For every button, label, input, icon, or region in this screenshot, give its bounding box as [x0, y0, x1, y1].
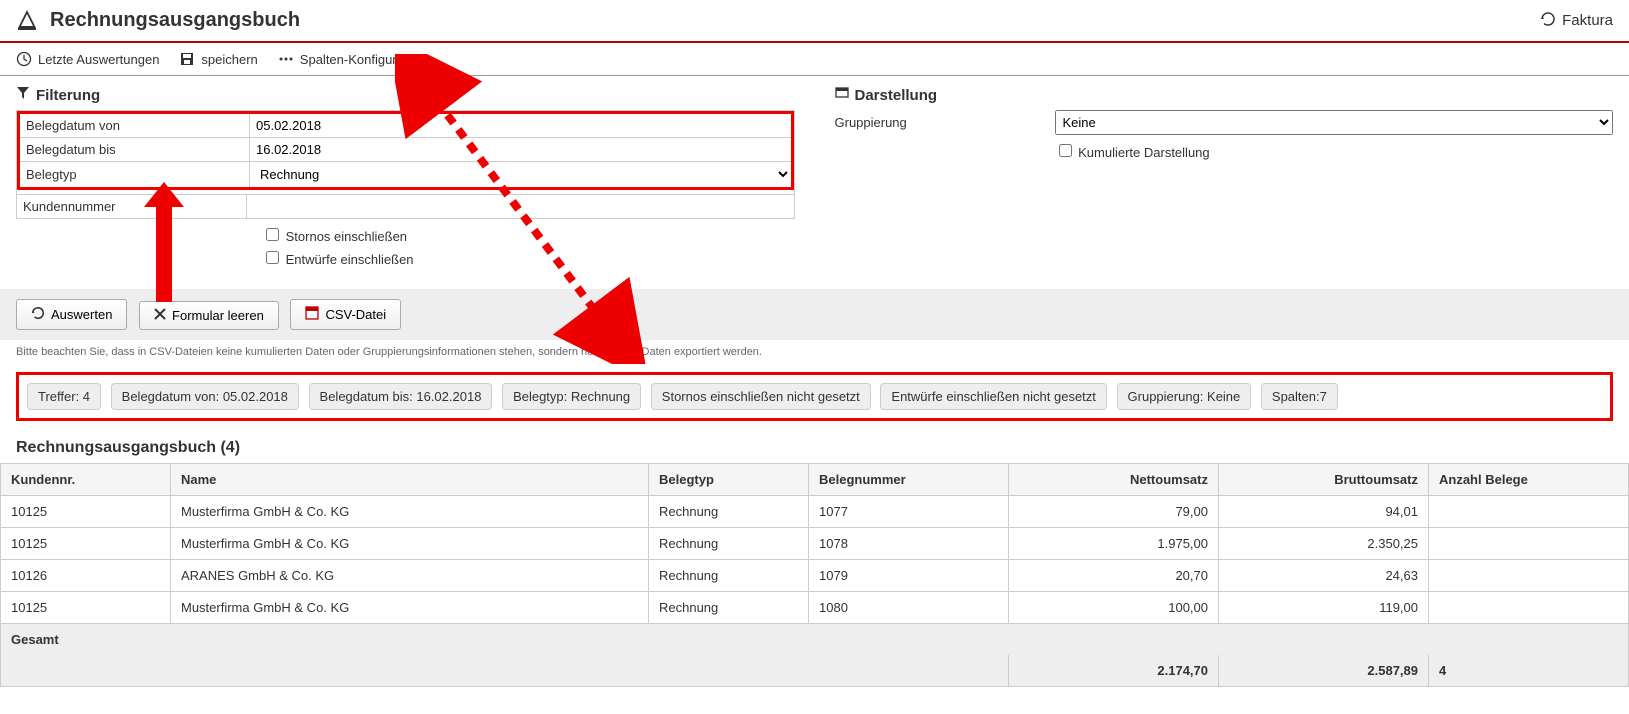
checkbox-kumuliert-wrap[interactable]: Kumulierte Darstellung	[1055, 141, 1210, 160]
th-belegnummer[interactable]: Belegnummer	[809, 464, 1009, 496]
total-brutto: 2.587,89	[1219, 655, 1429, 687]
table-row[interactable]: 10126ARANES GmbH & Co. KGRechnung107920,…	[1, 560, 1629, 592]
checkbox-kumuliert[interactable]	[1059, 144, 1072, 157]
th-belegtyp[interactable]: Belegtyp	[649, 464, 809, 496]
save-icon	[179, 51, 195, 67]
cell-typ: Rechnung	[649, 592, 809, 624]
display-icon	[835, 86, 849, 104]
th-brutto[interactable]: Bruttoumsatz	[1219, 464, 1429, 496]
checkbox-storno-wrap[interactable]: Stornos einschließen	[262, 225, 795, 244]
tag: Belegdatum bis: 16.02.2018	[309, 383, 493, 410]
select-gruppierung[interactable]: Keine	[1055, 110, 1614, 135]
toolbar-columns[interactable]: Spalten-Konfiguration	[278, 51, 425, 67]
filter-icon	[16, 86, 30, 104]
results-title: Rechnungsausgangsbuch (4)	[0, 429, 1629, 463]
filter-tags: Treffer: 4 Belegdatum von: 05.02.2018 Be…	[16, 372, 1613, 421]
input-kundennummer[interactable]	[247, 195, 794, 218]
cell-name: Musterfirma GmbH & Co. KG	[171, 496, 649, 528]
table-row[interactable]: 10125Musterfirma GmbH & Co. KGRechnung10…	[1, 592, 1629, 624]
cell-anzahl	[1429, 560, 1629, 592]
header-faktura[interactable]: Faktura	[1540, 11, 1613, 31]
refresh-icon	[1540, 11, 1556, 31]
th-anzahl[interactable]: Anzahl Belege	[1429, 464, 1629, 496]
tag: Spalten:7	[1261, 383, 1338, 410]
cell-anzahl	[1429, 496, 1629, 528]
cell-kundennr: 10125	[1, 496, 171, 528]
tag: Belegtyp: Rechnung	[502, 383, 641, 410]
cell-kundennr: 10125	[1, 528, 171, 560]
cell-brutto: 94,01	[1219, 496, 1429, 528]
toolbar-save-label: speichern	[201, 52, 257, 67]
cell-anzahl	[1429, 528, 1629, 560]
tag: Treffer: 4	[27, 383, 101, 410]
dots-icon	[278, 51, 294, 67]
input-belegdatum-von[interactable]	[250, 114, 791, 137]
cell-brutto: 2.350,25	[1219, 528, 1429, 560]
cell-name: Musterfirma GmbH & Co. KG	[171, 528, 649, 560]
checkbox-storno[interactable]	[266, 228, 279, 241]
select-belegtyp[interactable]: Rechnung	[250, 162, 791, 187]
th-netto[interactable]: Nettoumsatz	[1009, 464, 1219, 496]
leeren-button[interactable]: Formular leeren	[139, 301, 279, 330]
cell-name: ARANES GmbH & Co. KG	[171, 560, 649, 592]
results-table: Kundennr. Name Belegtyp Belegnummer Nett…	[0, 463, 1629, 687]
label-belegdatum-von: Belegdatum von	[20, 114, 250, 137]
tag: Gruppierung: Keine	[1117, 383, 1252, 410]
auswerten-button[interactable]: Auswerten	[16, 299, 127, 330]
csv-button[interactable]: CSV-Datei	[290, 299, 401, 330]
cell-kundennr: 10126	[1, 560, 171, 592]
total-label: Gesamt	[1, 624, 1629, 656]
cell-typ: Rechnung	[649, 496, 809, 528]
toolbar-save[interactable]: speichern	[179, 51, 257, 67]
cell-brutto: 119,00	[1219, 592, 1429, 624]
cell-kundennr: 10125	[1, 592, 171, 624]
cell-name: Musterfirma GmbH & Co. KG	[171, 592, 649, 624]
cell-nr: 1080	[809, 592, 1009, 624]
label-kundennummer: Kundennummer	[17, 195, 247, 218]
cell-typ: Rechnung	[649, 560, 809, 592]
cell-nr: 1079	[809, 560, 1009, 592]
total-anzahl: 4	[1429, 655, 1629, 687]
csv-icon	[305, 306, 319, 323]
cell-netto: 1.975,00	[1009, 528, 1219, 560]
refresh-icon	[31, 306, 45, 323]
table-row[interactable]: 10125Musterfirma GmbH & Co. KGRechnung10…	[1, 528, 1629, 560]
checkbox-entwurf[interactable]	[266, 251, 279, 264]
cell-netto: 79,00	[1009, 496, 1219, 528]
tag: Belegdatum von: 05.02.2018	[111, 383, 299, 410]
faktura-label: Faktura	[1562, 12, 1613, 29]
cell-anzahl	[1429, 592, 1629, 624]
filter-section-title: Filterung	[36, 87, 100, 104]
csv-hint: Bitte beachten Sie, dass in CSV-Dateien …	[0, 340, 1629, 364]
cell-brutto: 24,63	[1219, 560, 1429, 592]
cell-typ: Rechnung	[649, 528, 809, 560]
label-belegdatum-bis: Belegdatum bis	[20, 138, 250, 161]
tag: Entwürfe einschließen nicht gesetzt	[880, 383, 1107, 410]
cell-netto: 100,00	[1009, 592, 1219, 624]
cell-nr: 1077	[809, 496, 1009, 528]
th-kundennr[interactable]: Kundennr.	[1, 464, 171, 496]
toolbar-columns-label: Spalten-Konfiguration	[300, 52, 425, 67]
table-row[interactable]: 10125Musterfirma GmbH & Co. KGRechnung10…	[1, 496, 1629, 528]
cell-netto: 20,70	[1009, 560, 1219, 592]
label-gruppierung: Gruppierung	[835, 115, 1055, 130]
total-netto: 2.174,70	[1009, 655, 1219, 687]
page-title: Rechnungsausgangsbuch	[50, 9, 1540, 32]
checkbox-entwurf-wrap[interactable]: Entwürfe einschließen	[262, 248, 795, 267]
tag: Stornos einschließen nicht gesetzt	[651, 383, 871, 410]
th-name[interactable]: Name	[171, 464, 649, 496]
toolbar-last-eval-label: Letzte Auswertungen	[38, 52, 159, 67]
input-belegdatum-bis[interactable]	[250, 138, 791, 161]
toolbar-last-eval[interactable]: Letzte Auswertungen	[16, 51, 159, 67]
x-icon	[154, 308, 166, 323]
app-icon	[16, 8, 38, 33]
clock-icon	[16, 51, 32, 67]
darstellung-section-title: Darstellung	[855, 87, 938, 104]
label-belegtyp: Belegtyp	[20, 162, 250, 187]
cell-nr: 1078	[809, 528, 1009, 560]
